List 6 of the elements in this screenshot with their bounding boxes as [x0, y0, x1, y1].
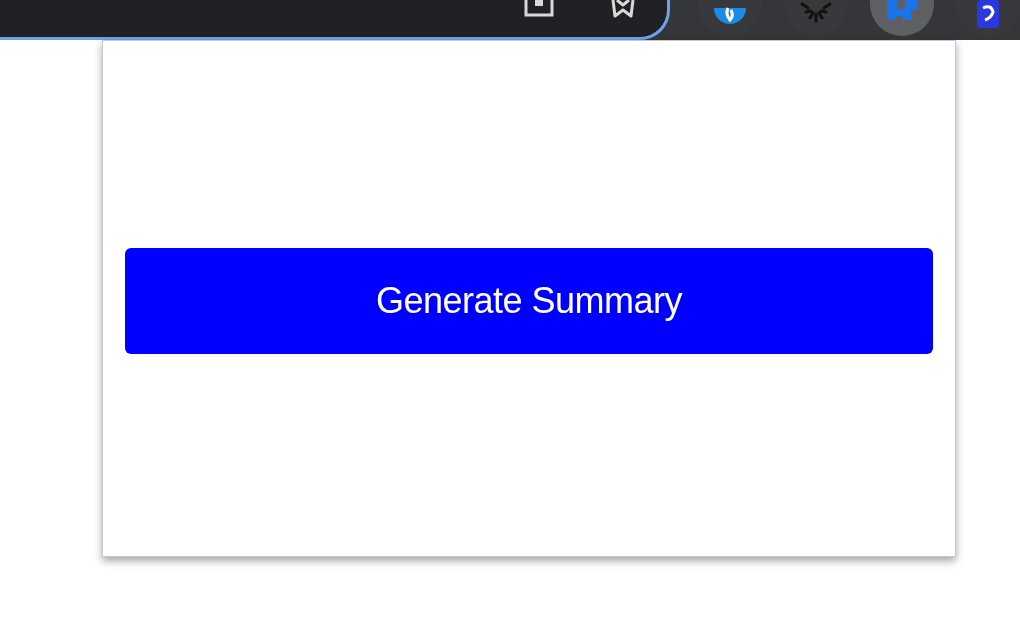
address-bar[interactable]	[0, 0, 670, 40]
star-icon[interactable]	[609, 0, 637, 20]
share-icon[interactable]	[524, 0, 554, 17]
app-tile-icon	[977, 0, 999, 28]
generate-summary-button[interactable]: Generate Summary	[125, 247, 933, 354]
puzzle-icon	[885, 0, 919, 22]
